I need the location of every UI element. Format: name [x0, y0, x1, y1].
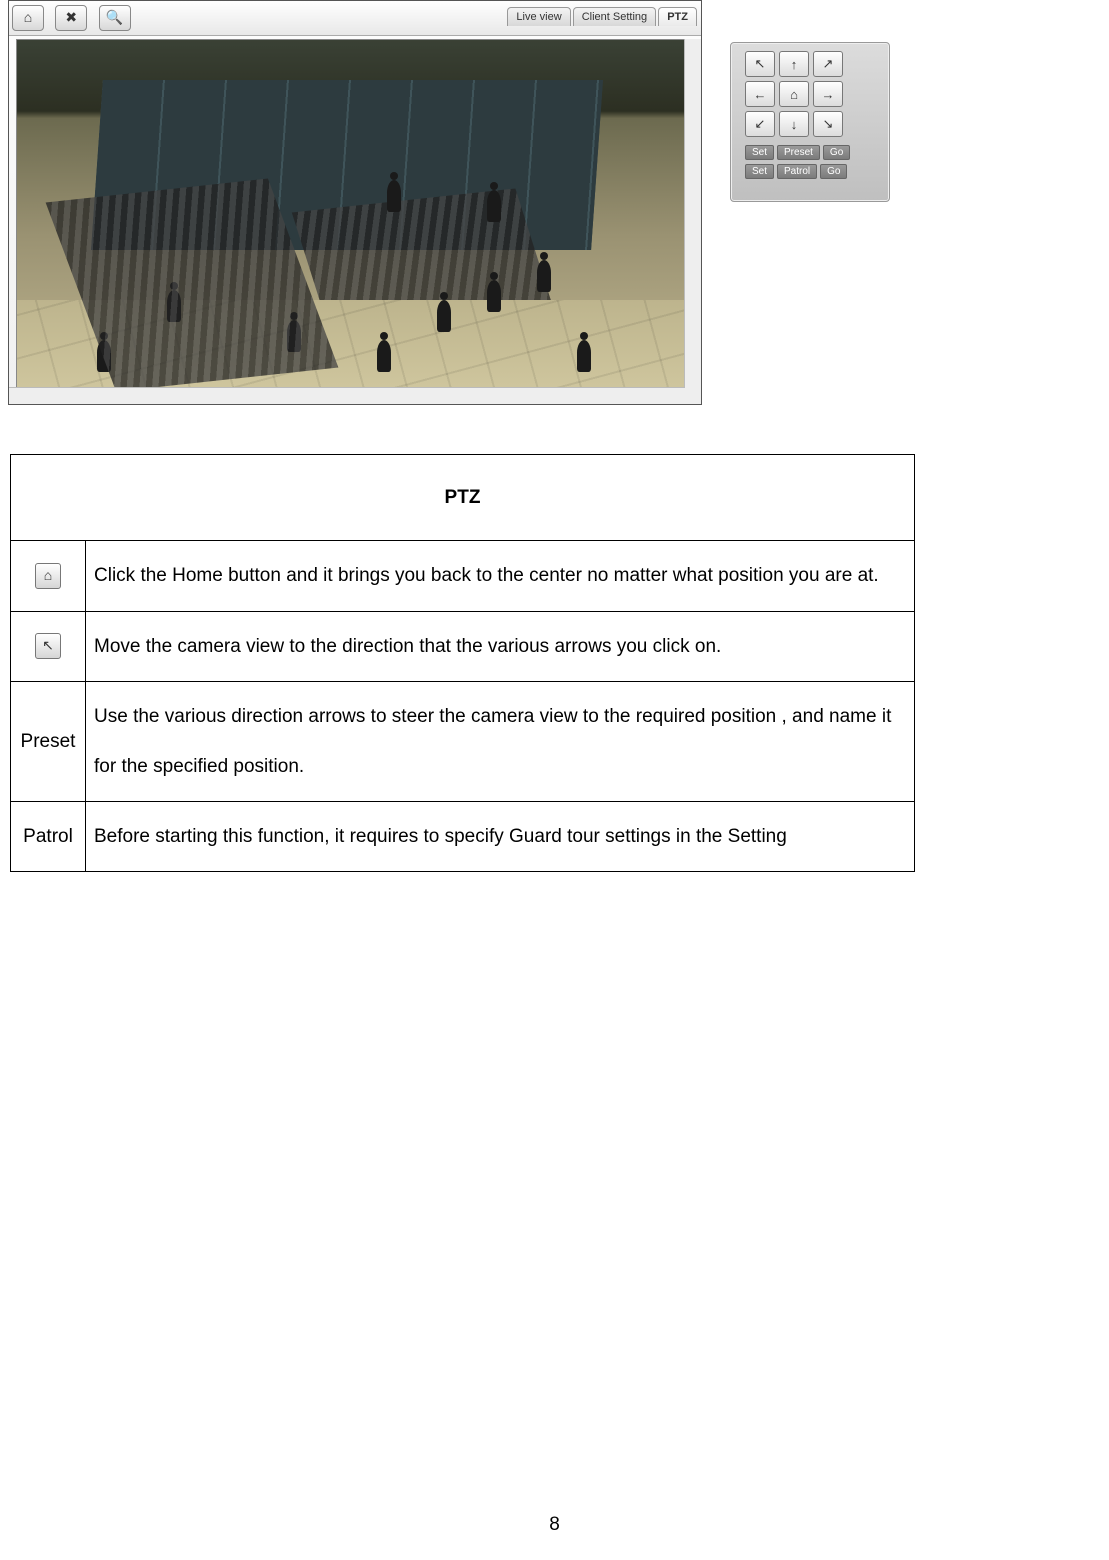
- preset-set-button[interactable]: Set: [745, 145, 774, 160]
- search-icon[interactable]: 🔍: [99, 5, 131, 31]
- ptz-up-button[interactable]: ↑: [779, 51, 809, 77]
- ptz-control-panel: ↖ ↑ ↗ ← ⌂ → ↙ ↓ ↘ Set Preset Go Set Patr…: [730, 42, 890, 202]
- scene-escalators: [17, 40, 693, 396]
- tab-ptz[interactable]: PTZ: [658, 7, 697, 26]
- scrollbar-vertical[interactable]: [684, 39, 701, 404]
- camera-ui-screenshot: ⌂ ✖ 🔍 Live view Client Setting PTZ: [8, 0, 702, 405]
- tab-bar: Live view Client Setting PTZ: [508, 7, 697, 26]
- row-preset-label: Preset: [11, 682, 86, 802]
- home-icon: ⌂: [35, 563, 61, 589]
- patrol-label-button[interactable]: Patrol: [777, 164, 817, 179]
- tab-live-view[interactable]: Live view: [507, 7, 570, 26]
- ptz-left-button[interactable]: ←: [745, 81, 775, 107]
- ptz-right-button[interactable]: →: [813, 81, 843, 107]
- ptz-ne-button[interactable]: ↗: [813, 51, 843, 77]
- preset-label-button[interactable]: Preset: [777, 145, 820, 160]
- row-arrow-desc: Move the camera view to the direction th…: [86, 611, 915, 681]
- row-arrow-icon-cell: ↖: [11, 611, 86, 681]
- row-home-desc: Click the Home button and it brings you …: [86, 541, 915, 611]
- ptz-nw-button[interactable]: ↖: [745, 51, 775, 77]
- row-patrol-desc: Before starting this function, it requir…: [86, 801, 915, 871]
- page-number: 8: [0, 1514, 1109, 1536]
- scrollbar-horizontal[interactable]: [9, 387, 685, 404]
- toolbar: ⌂ ✖ 🔍 Live view Client Setting PTZ: [9, 1, 701, 36]
- row-patrol-label: Patrol: [11, 801, 86, 871]
- preset-go-button[interactable]: Go: [823, 145, 850, 160]
- row-home-icon-cell: ⌂: [11, 541, 86, 611]
- row-preset-desc: Use the various direction arrows to stee…: [86, 682, 915, 802]
- tools-icon[interactable]: ✖: [55, 5, 87, 31]
- home-icon[interactable]: ⌂: [12, 5, 44, 31]
- patrol-go-button[interactable]: Go: [820, 164, 847, 179]
- arrow-nw-icon: ↖: [35, 633, 61, 659]
- patrol-set-button[interactable]: Set: [745, 164, 774, 179]
- table-title: PTZ: [11, 455, 915, 541]
- ptz-se-button[interactable]: ↘: [813, 111, 843, 137]
- ptz-sw-button[interactable]: ↙: [745, 111, 775, 137]
- video-feed: [16, 39, 694, 397]
- tab-client-setting[interactable]: Client Setting: [573, 7, 656, 26]
- ptz-description-table: PTZ ⌂ Click the Home button and it bring…: [10, 454, 915, 872]
- ptz-down-button[interactable]: ↓: [779, 111, 809, 137]
- ptz-home-button[interactable]: ⌂: [779, 81, 809, 107]
